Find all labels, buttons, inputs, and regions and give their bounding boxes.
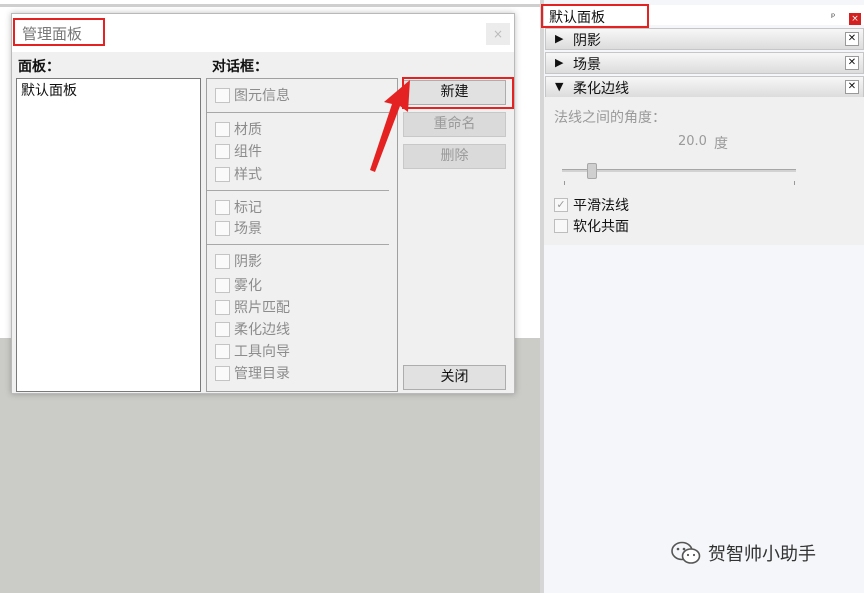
annotation-arrow-icon <box>370 80 410 172</box>
dialog-close-icon[interactable]: × <box>486 23 510 45</box>
checkbox[interactable] <box>215 343 230 359</box>
dialog-option-outliner[interactable]: 管理目录 <box>215 363 290 383</box>
checkbox[interactable] <box>215 143 230 159</box>
checkbox[interactable] <box>215 277 230 293</box>
rename-button[interactable]: 重命名 <box>403 112 506 137</box>
angle-unit: 度 <box>714 136 728 152</box>
section-close-icon[interactable]: ✕ <box>845 32 859 46</box>
section-shadows[interactable]: ▶ 阴影 ✕ <box>545 28 864 50</box>
manage-panels-dialog: 管理面板 × 面板： 对话框： 默认面板 图元信息 材质 组件 样式 标记 场景… <box>11 13 515 394</box>
dialog-option-entity-info[interactable]: 图元信息 <box>215 85 290 105</box>
soften-coplanar-checkbox[interactable] <box>554 219 568 233</box>
dialog-titlebar[interactable]: 管理面板 × <box>12 14 514 52</box>
expand-triangle-icon: ▶ <box>555 32 564 45</box>
collapse-triangle-icon: ▼ <box>555 80 564 93</box>
dialog-option-components[interactable]: 组件 <box>215 141 262 161</box>
dialog-option-match-photo[interactable]: 照片匹配 <box>215 297 290 317</box>
section-close-icon[interactable]: ✕ <box>845 80 859 94</box>
dialog-option-instructor[interactable]: 工具向导 <box>215 341 290 361</box>
default-tray: 默认面板 ᵖ × ▶ 阴影 ✕ ▶ 场景 ✕ ▼ 柔化边线 ✕ 法线之间的角度：… <box>541 0 864 593</box>
checkbox[interactable] <box>215 199 230 215</box>
angle-slider-thumb[interactable] <box>587 163 598 179</box>
checkbox[interactable] <box>215 87 230 103</box>
pin-icon[interactable]: ᵖ <box>831 12 835 23</box>
checkbox[interactable] <box>215 321 230 337</box>
delete-button[interactable]: 删除 <box>403 144 506 169</box>
divider <box>207 190 389 191</box>
checkbox[interactable] <box>215 121 230 137</box>
checkbox[interactable] <box>215 166 230 182</box>
close-button[interactable]: 关闭 <box>403 365 506 390</box>
dialog-option-shadows[interactable]: 阴影 <box>215 251 262 271</box>
smooth-normals-option[interactable]: ✓ 平滑法线 <box>554 195 629 215</box>
dialog-title-highlight <box>13 18 105 46</box>
divider <box>207 244 389 245</box>
new-button-highlight <box>402 77 514 109</box>
section-soften-edges[interactable]: ▼ 柔化边线 ✕ <box>545 76 864 98</box>
dialogs-label: 对话框： <box>212 59 268 75</box>
dialog-option-styles[interactable]: 样式 <box>215 164 262 184</box>
slider-tick <box>564 181 565 185</box>
watermark-text: 贺智帅小助手 <box>708 544 816 565</box>
dialog-option-soften-edges[interactable]: 柔化边线 <box>215 319 290 339</box>
dialog-option-tags[interactable]: 标记 <box>215 197 262 217</box>
soften-coplanar-option[interactable]: 软化共面 <box>554 216 629 236</box>
wechat-icon <box>671 541 701 564</box>
checkbox[interactable] <box>215 365 230 381</box>
dialog-option-fog[interactable]: 雾化 <box>215 275 262 295</box>
slider-tick <box>794 181 795 185</box>
expand-triangle-icon: ▶ <box>555 56 564 69</box>
checkbox[interactable] <box>215 253 230 269</box>
panels-list[interactable]: 默认面板 <box>16 78 201 392</box>
angle-value: 20.0 <box>678 134 707 149</box>
dialog-option-materials[interactable]: 材质 <box>215 119 262 139</box>
angle-label: 法线之间的角度： <box>554 110 666 126</box>
dialog-option-scenes[interactable]: 场景 <box>215 218 262 238</box>
checkbox[interactable] <box>215 220 230 236</box>
section-close-icon[interactable]: ✕ <box>845 56 859 70</box>
tray-close-icon[interactable]: × <box>849 13 861 25</box>
section-scenes[interactable]: ▶ 场景 ✕ <box>545 52 864 74</box>
tray-title-highlight <box>541 4 649 28</box>
panels-list-item[interactable]: 默认面板 <box>21 80 77 100</box>
watermark: 贺智帅小助手 <box>670 540 816 566</box>
smooth-normals-checkbox[interactable]: ✓ <box>554 198 568 212</box>
checkbox[interactable] <box>215 299 230 315</box>
canvas-top-border <box>0 4 540 7</box>
soften-edges-body: 法线之间的角度： 20.0 度 ✓ 平滑法线 软化共面 <box>544 97 864 245</box>
panels-label: 面板： <box>18 59 60 75</box>
angle-slider-track[interactable] <box>562 169 796 172</box>
